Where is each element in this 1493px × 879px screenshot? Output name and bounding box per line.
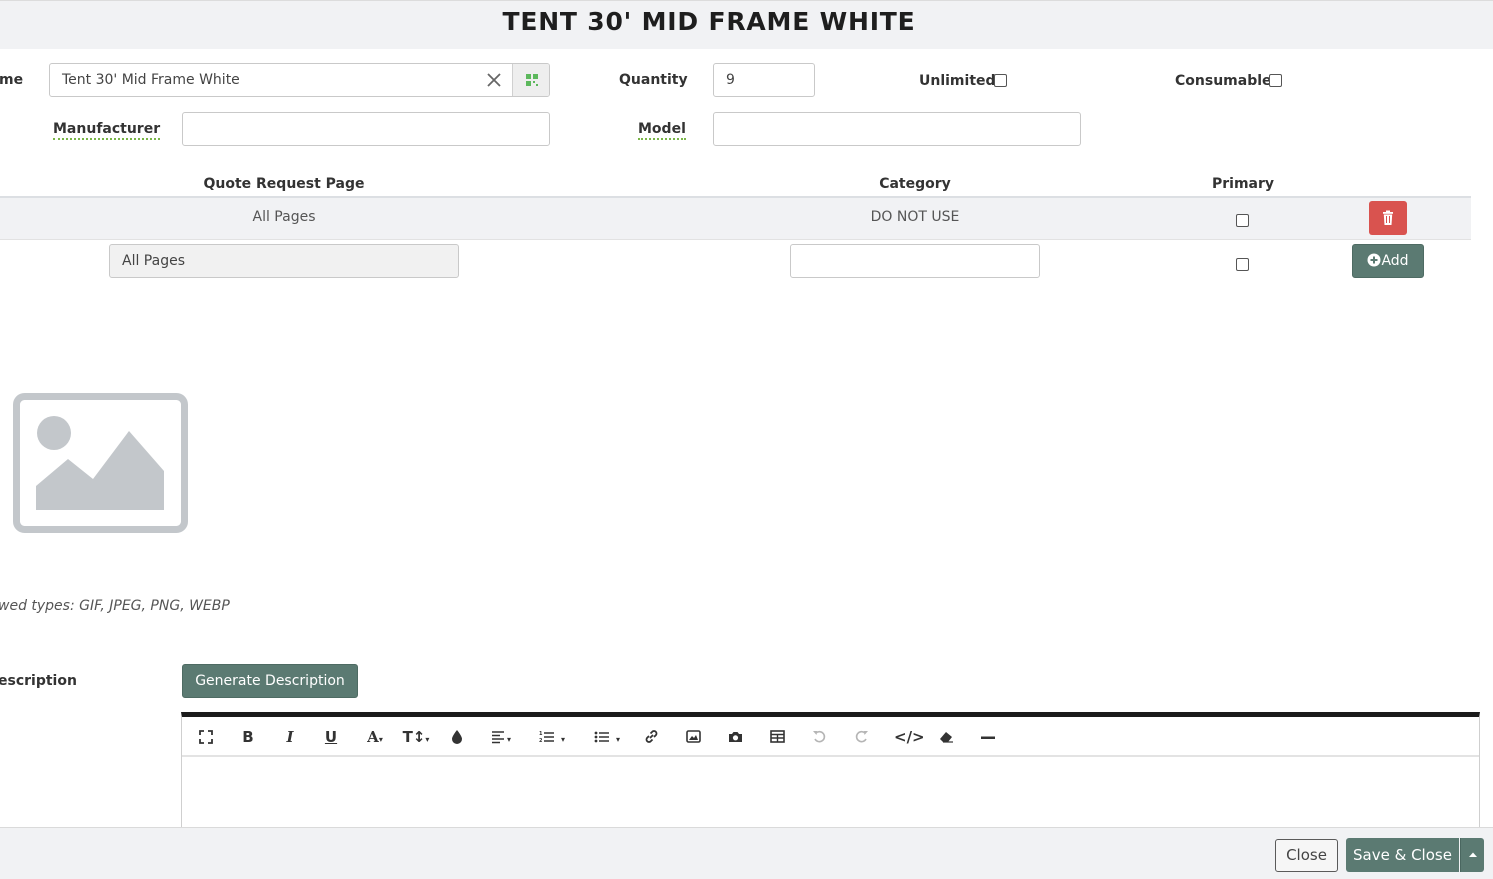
eraser-icon[interactable]: [936, 726, 956, 748]
name-field[interactable]: Tent 30' Mid Frame White: [49, 63, 550, 97]
color-drop-icon[interactable]: [447, 726, 467, 748]
table-icon[interactable]: [767, 726, 787, 748]
unlimited-checkbox[interactable]: [994, 74, 1007, 87]
image-icon[interactable]: [683, 726, 703, 748]
font-size-icon[interactable]: T↕▾: [400, 726, 432, 748]
image-placeholder-icon: [13, 393, 188, 533]
save-and-close-button[interactable]: Save & Close: [1346, 838, 1459, 872]
name-value: Tent 30' Mid Frame White: [62, 72, 240, 88]
underline-icon[interactable]: U: [321, 726, 341, 748]
manufacturer-label: Manufacturer: [53, 121, 161, 140]
trash-icon: [1383, 210, 1393, 225]
qr-grid-icon: [526, 74, 538, 86]
ordered-list-icon[interactable]: 1 2 ▾: [532, 726, 572, 748]
modal-title: TENT 30' MID FRAME WHITE: [502, 7, 916, 36]
redo-icon[interactable]: [851, 726, 871, 748]
unlimited-label: Unlimited: [919, 73, 996, 89]
allowed-types-text: wed types: GIF, JPEG, PNG, WEBP: [0, 598, 230, 614]
italic-icon[interactable]: I: [280, 726, 300, 748]
undo-icon[interactable]: [809, 726, 829, 748]
quantity-label: Quantity: [619, 72, 688, 88]
new-primary-checkbox[interactable]: [1236, 258, 1249, 271]
unordered-list-icon[interactable]: ▾: [587, 726, 627, 748]
delete-row-button[interactable]: [1369, 201, 1407, 235]
svg-text:1: 1: [539, 731, 543, 737]
manufacturer-input[interactable]: [182, 112, 550, 146]
align-icon[interactable]: ▾: [485, 726, 517, 748]
model-label: Model: [638, 121, 686, 140]
modal-footer: [0, 827, 1493, 879]
column-header-quote-request-page: Quote Request Page: [203, 176, 365, 192]
barcode-lookup-button[interactable]: [512, 64, 549, 96]
camera-icon[interactable]: [725, 726, 745, 748]
link-icon[interactable]: [641, 726, 661, 748]
plus-circle-icon: [1367, 253, 1381, 267]
svg-text:2: 2: [539, 738, 543, 744]
row-quote-request-page: All Pages: [252, 209, 316, 225]
add-label: Add: [1381, 253, 1409, 269]
editor-toolbar: B I U A▾ T↕▾ ▾ 1 2 ▾ ▾ </>: [182, 717, 1479, 757]
quantity-input[interactable]: 9: [713, 63, 815, 97]
name-label: me: [0, 72, 24, 88]
new-category-input[interactable]: [790, 244, 1040, 278]
model-input[interactable]: [713, 112, 1081, 146]
clear-icon[interactable]: [484, 70, 504, 90]
row-primary-checkbox[interactable]: [1236, 214, 1249, 227]
add-category-button[interactable]: Add: [1352, 244, 1424, 278]
consumable-label: Consumable: [1175, 73, 1272, 89]
caret-up-icon: [1469, 852, 1477, 857]
code-view-icon[interactable]: </>: [894, 726, 925, 748]
image-placeholder[interactable]: [13, 393, 188, 533]
fullscreen-icon[interactable]: [196, 726, 216, 748]
font-color-icon[interactable]: A▾: [360, 726, 390, 748]
row-category: DO NOT USE: [870, 209, 960, 225]
close-button[interactable]: Close: [1275, 839, 1338, 872]
horizontal-rule-icon[interactable]: [978, 726, 998, 748]
bold-icon[interactable]: B: [238, 726, 258, 748]
save-options-dropdown[interactable]: [1460, 838, 1484, 872]
consumable-checkbox[interactable]: [1269, 74, 1282, 87]
generate-description-button[interactable]: Generate Description: [182, 664, 358, 698]
new-quote-request-page-select[interactable]: All Pages: [109, 244, 459, 278]
column-header-primary: Primary: [1211, 176, 1275, 192]
description-label: escription: [0, 673, 77, 689]
column-header-category: Category: [879, 176, 951, 192]
